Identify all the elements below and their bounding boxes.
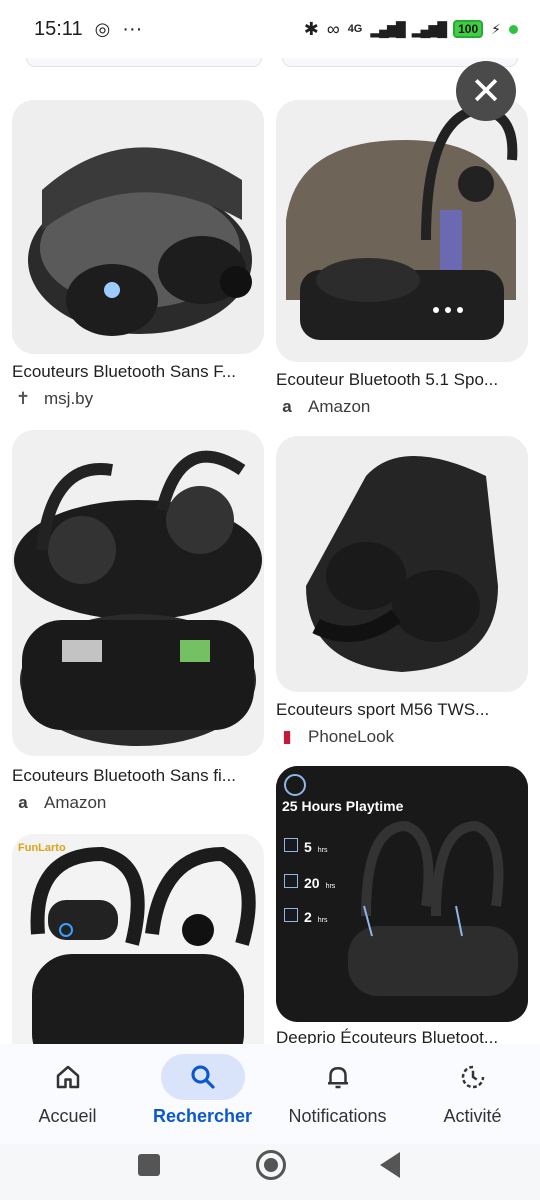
home-button[interactable] [256, 1150, 286, 1180]
nav-label: Activité [443, 1106, 502, 1126]
nav-home[interactable]: Accueil [0, 1044, 135, 1144]
home-icon [26, 1054, 110, 1100]
result-title[interactable]: Ecouteurs sport M56 TWS... [276, 700, 528, 720]
bluetooth-icon: ✱ [303, 18, 319, 39]
privacy-dot-icon [509, 24, 518, 34]
stat-unit: hrs [317, 917, 328, 924]
nav-activity[interactable]: Activité [405, 1044, 540, 1144]
nav-notifications[interactable]: Notifications [270, 1044, 405, 1144]
stat-unit: hrs [317, 847, 328, 854]
more-notifications-icon: ··· [122, 17, 143, 40]
result-image[interactable]: 25 Hours Playtime 5 hrs 20 hrs 2 hrs [276, 766, 528, 1022]
stat-value: 5 [304, 839, 312, 855]
close-icon: ✕ [470, 70, 502, 113]
whatsapp-icon: ◎ [94, 18, 111, 39]
result-title[interactable]: Deeprio Écouteurs Bluetoot... [276, 1028, 528, 1044]
result-title[interactable]: Ecouteurs Bluetooth Sans fi... [12, 766, 264, 786]
charging-icon: ⚡ [491, 20, 501, 37]
stat-value: 2 [304, 909, 312, 925]
home-dot-icon [264, 1158, 278, 1172]
link-icon: ∞ [326, 18, 340, 39]
result-image[interactable] [276, 100, 528, 362]
result-card[interactable]: FunLarto [12, 834, 264, 1044]
status-time: 15:11 [34, 17, 83, 40]
signal-icon: ▂▄▆█ [370, 20, 405, 37]
result-card[interactable]: Ecouteurs Bluetooth Sans fi... a Amazon [12, 430, 264, 820]
result-card[interactable]: Ecouteurs sport M56 TWS... ▮ PhoneLook [276, 436, 528, 756]
status-bar: 15:11 ◎ ··· ✱ ∞ 4G ▂▄▆█ ▂▄▆█ 100 ⚡ [0, 0, 540, 58]
playtime-clock-icon [284, 774, 306, 796]
cross-icon: ✝ [15, 389, 31, 408]
close-button[interactable]: ✕ [456, 61, 516, 121]
result-card[interactable]: Ecouteur Bluetooth 5.1 Spo... a Amazon [276, 100, 528, 420]
brand-label: FunLarto [18, 842, 66, 854]
stat-value: 20 [304, 875, 320, 891]
result-source-name: Amazon [44, 793, 107, 812]
search-icon [160, 1054, 245, 1100]
result-title[interactable]: Ecouteurs Bluetooth Sans F... [12, 362, 264, 382]
result-image[interactable] [12, 430, 264, 756]
back-button[interactable] [380, 1152, 400, 1178]
stat-unit: hrs [325, 883, 336, 890]
bell-icon [296, 1054, 380, 1100]
battery-icon: 100 [453, 20, 484, 38]
nav-label: Rechercher [152, 1106, 253, 1126]
result-title[interactable]: Ecouteur Bluetooth 5.1 Spo... [276, 370, 528, 390]
recent-apps-button[interactable] [138, 1154, 160, 1176]
system-nav-bar [0, 1144, 540, 1200]
stat-icon [284, 874, 298, 888]
result-image[interactable] [12, 834, 264, 1044]
result-source-name: msj.by [44, 389, 94, 408]
network-type: 4G [347, 23, 363, 35]
result-source[interactable]: a Amazon [12, 792, 106, 814]
activity-icon [431, 1054, 515, 1100]
stat-icon [284, 908, 298, 922]
result-source[interactable]: ▮ PhoneLook [276, 726, 394, 748]
overlay-title: 25 Hours Playtime [282, 798, 404, 814]
nav-search[interactable]: Rechercher [135, 1044, 270, 1144]
nav-label: Notifications [288, 1106, 387, 1126]
signal-icon-2: ▂▄▆█ [411, 20, 447, 37]
result-image[interactable] [12, 100, 264, 354]
amazon-icon: a [18, 793, 28, 812]
stat-row: 20 hrs [284, 874, 335, 891]
nav-label: Accueil [38, 1106, 97, 1126]
result-image[interactable] [276, 436, 528, 692]
result-card[interactable]: 25 Hours Playtime 5 hrs 20 hrs 2 hrs Dee… [276, 766, 528, 1044]
stat-row: 5 hrs [284, 838, 328, 855]
stat-row: 2 hrs [284, 908, 328, 925]
result-source-name: Amazon [308, 397, 371, 416]
amazon-icon: a [282, 397, 292, 416]
previous-card-edge[interactable] [26, 58, 262, 67]
result-source-name: PhoneLook [308, 727, 395, 746]
result-source[interactable]: a Amazon [276, 396, 370, 418]
phonelook-icon: ▮ [282, 727, 292, 746]
result-source[interactable]: ✝ msj.by [12, 388, 93, 410]
result-card[interactable]: Ecouteurs Bluetooth Sans F... ✝ msj.by [12, 100, 264, 420]
stat-icon [284, 838, 298, 852]
bottom-nav: Accueil Rechercher Notifications Activit… [0, 1044, 540, 1144]
